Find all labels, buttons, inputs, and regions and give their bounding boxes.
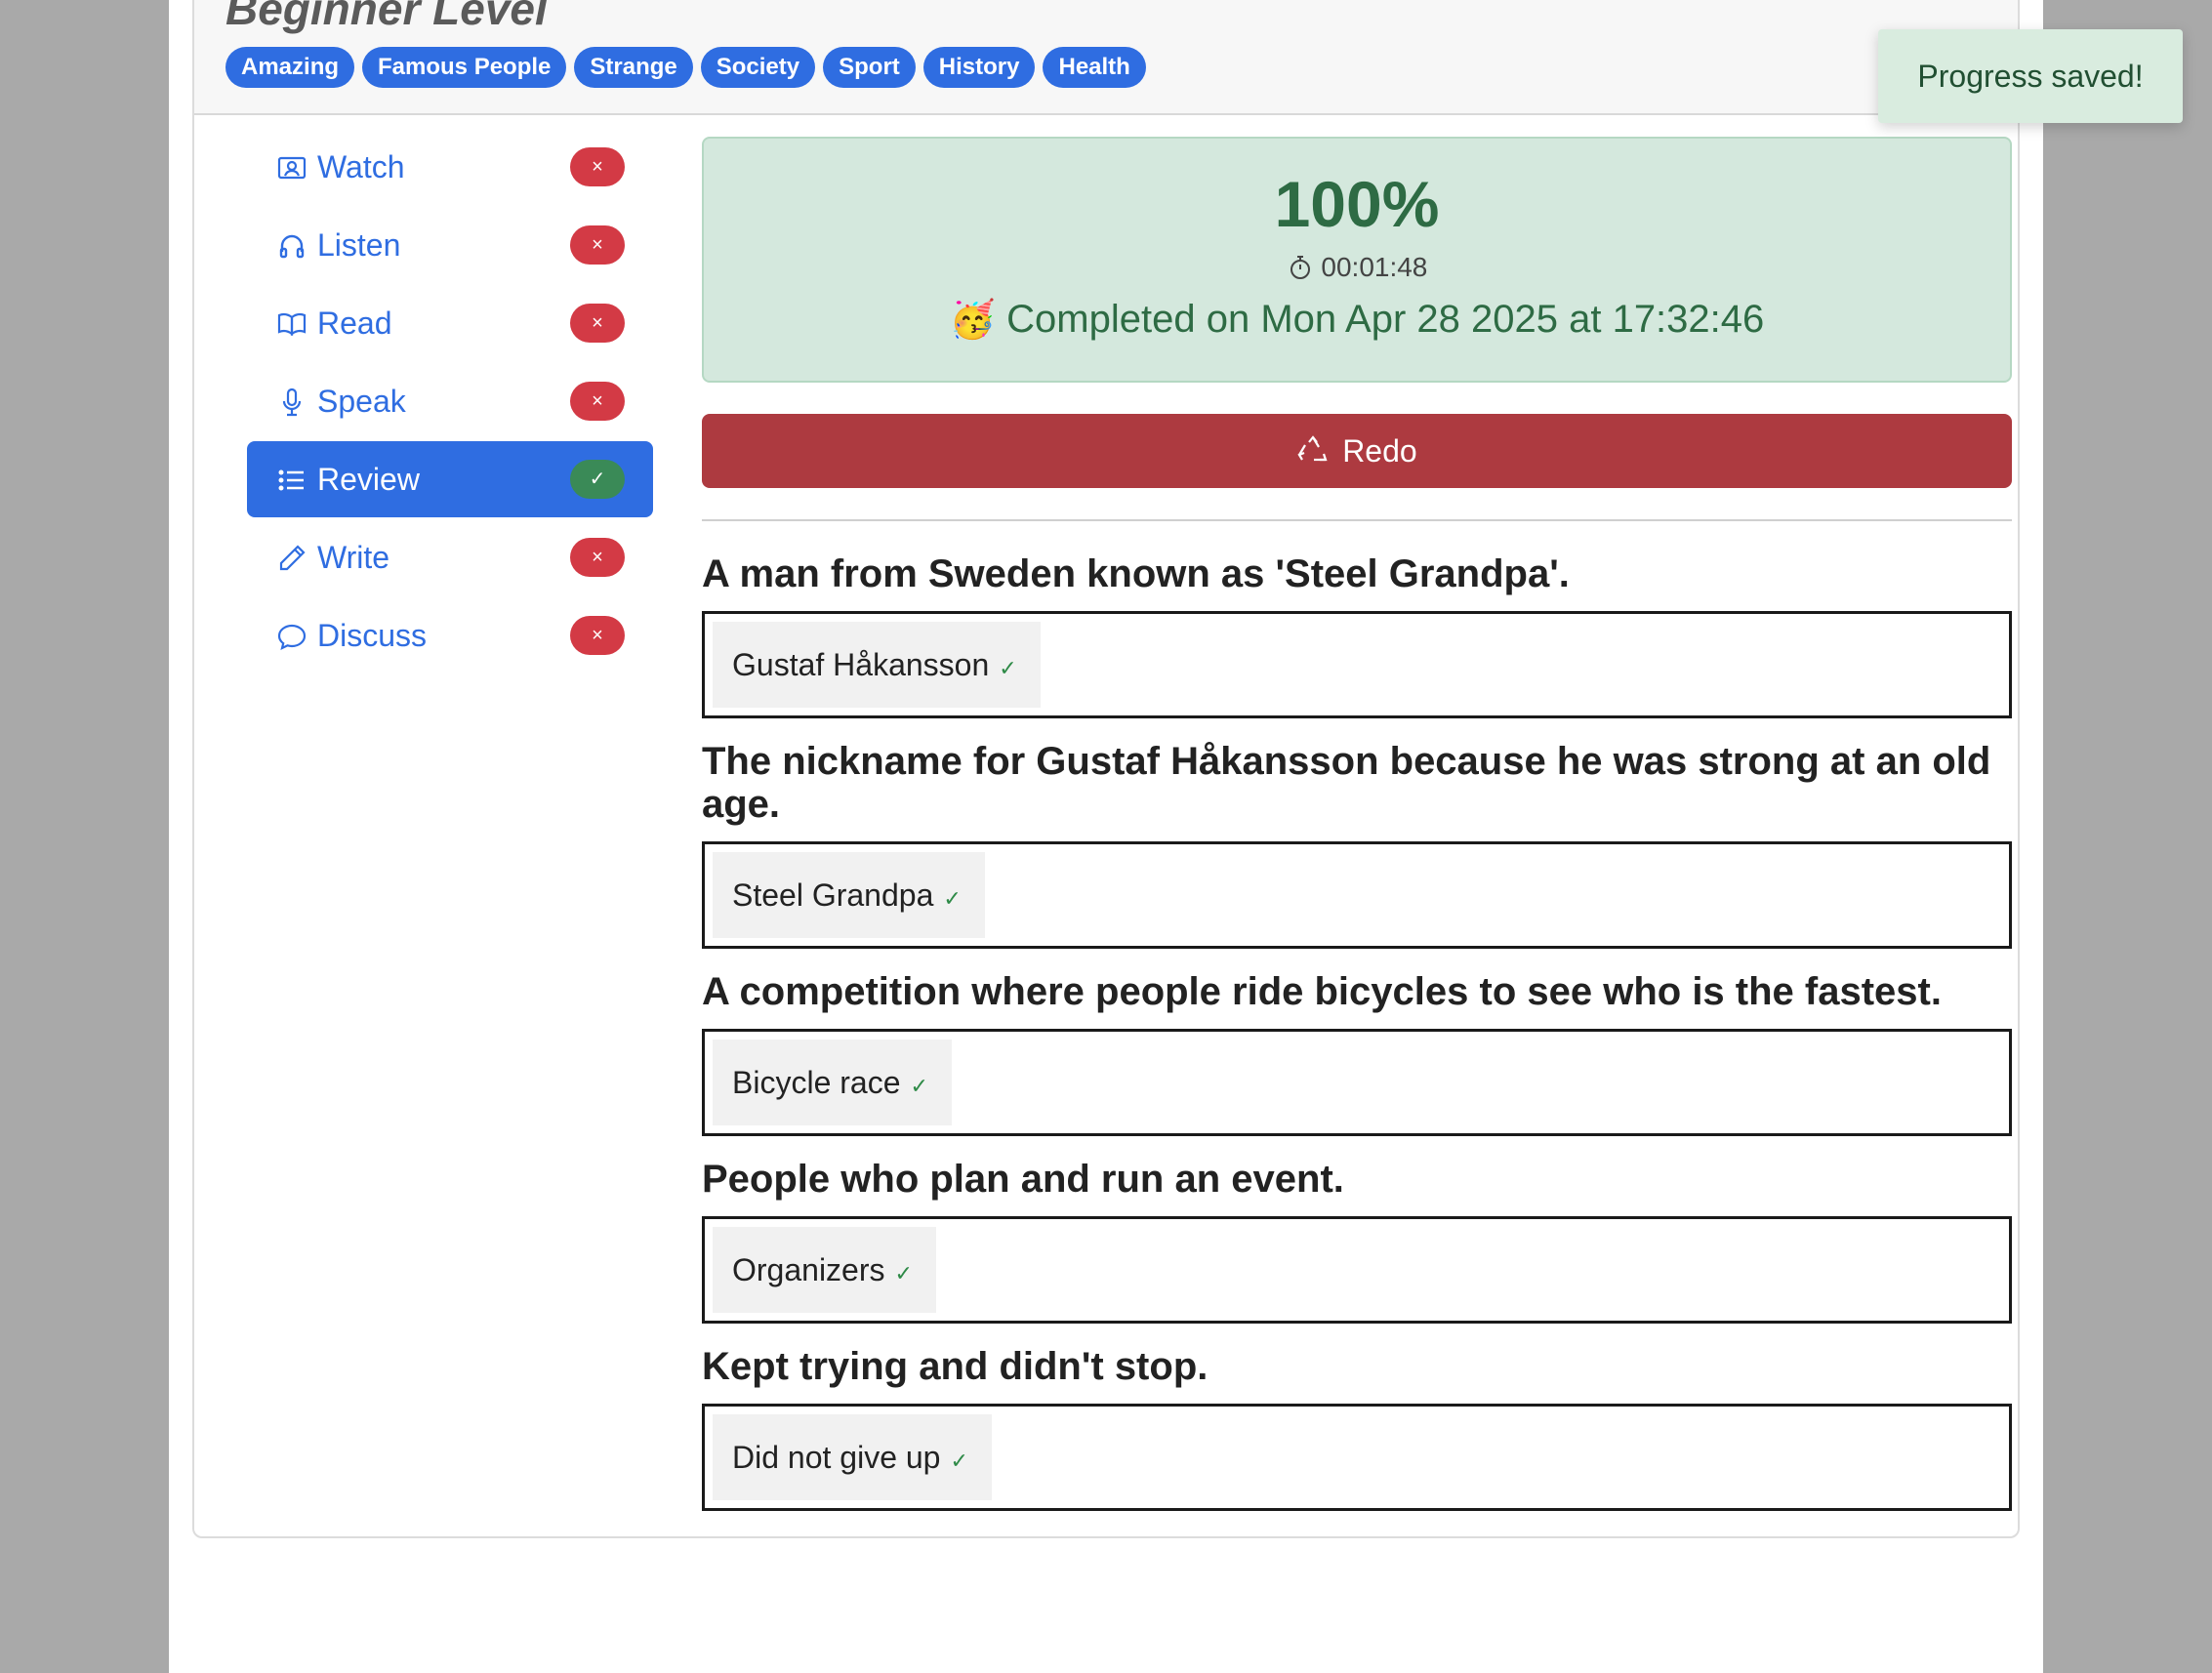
sidebar-item-review[interactable]: Review ✓	[247, 441, 653, 517]
tag-society[interactable]: Society	[700, 47, 816, 88]
review-panel: 100% 00:01:48 🥳 Completed on Mon Apr 28 …	[702, 137, 2012, 1532]
check-icon: ✓	[894, 1261, 913, 1285]
answer-chip[interactable]: Bicycle race ✓	[713, 1040, 952, 1125]
incomplete-badge: ×	[570, 147, 625, 186]
answer-chip[interactable]: Did not give up ✓	[713, 1414, 992, 1500]
answer-drop-zone[interactable]: Did not give up ✓	[702, 1404, 2012, 1511]
sidebar-item-label: Speak	[317, 384, 406, 419]
sidebar-item-label: Read	[317, 306, 392, 341]
chat-bubble-icon	[276, 621, 307, 652]
card-header: Beginner Level Amazing Famous People Str…	[194, 0, 2018, 115]
sidebar-item-read[interactable]: Read ×	[247, 285, 653, 361]
list-icon	[276, 465, 307, 496]
lesson-card: Beginner Level Amazing Famous People Str…	[192, 0, 2020, 1538]
tag-health[interactable]: Health	[1043, 47, 1146, 88]
tag-list: Amazing Famous People Strange Society Sp…	[225, 47, 1146, 88]
answer-chip[interactable]: Organizers ✓	[713, 1227, 936, 1313]
tag-strange[interactable]: Strange	[574, 47, 693, 88]
completed-message: 🥳 Completed on Mon Apr 28 2025 at 17:32:…	[704, 297, 2010, 342]
answer-text: Bicycle race	[732, 1065, 901, 1100]
sidebar-item-label: Watch	[317, 149, 405, 184]
answer-drop-zone[interactable]: Bicycle race ✓	[702, 1029, 2012, 1136]
check-icon: ✓	[950, 1449, 968, 1473]
check-icon: ✓	[999, 656, 1017, 680]
sidebar-item-listen[interactable]: Listen ×	[247, 207, 653, 283]
stopwatch-icon	[1287, 254, 1314, 281]
question-list: A man from Sweden known as 'Steel Grandp…	[702, 552, 2012, 1511]
sidebar-item-discuss[interactable]: Discuss ×	[247, 597, 653, 673]
elapsed-time: 00:01:48	[704, 252, 2010, 283]
answer-text: Gustaf Håkansson	[732, 647, 990, 682]
sidebar-item-label: Write	[317, 540, 390, 575]
tag-amazing[interactable]: Amazing	[225, 47, 355, 88]
recycle-icon	[1296, 420, 1330, 462]
answer-text: Did not give up	[732, 1440, 941, 1475]
sidebar-item-speak[interactable]: Speak ×	[247, 363, 653, 439]
completed-text: Completed on Mon Apr 28 2025 at 17:32:46	[1006, 298, 1765, 341]
person-video-icon	[276, 152, 307, 184]
incomplete-badge: ×	[570, 225, 625, 265]
question-text: Kept trying and didn't stop.	[702, 1345, 1208, 1388]
tag-sport[interactable]: Sport	[823, 47, 916, 88]
answer-chip[interactable]: Steel Grandpa ✓	[713, 852, 985, 938]
incomplete-badge: ×	[570, 304, 625, 343]
incomplete-badge: ×	[570, 616, 625, 655]
pencil-icon	[276, 543, 307, 574]
check-icon: ✓	[943, 886, 962, 911]
sidebar-item-label: Review	[317, 462, 420, 497]
level-title: Beginner Level	[225, 0, 548, 34]
sidebar-item-label: Discuss	[317, 618, 428, 653]
headphones-icon	[276, 230, 307, 262]
book-icon	[276, 308, 307, 340]
check-icon: ✓	[910, 1074, 928, 1098]
score-percent: 100%	[1274, 168, 1440, 240]
divider	[702, 519, 2012, 521]
tag-famous-people[interactable]: Famous People	[362, 47, 567, 88]
answer-chip[interactable]: Gustaf Håkansson ✓	[713, 622, 1041, 708]
activity-sidebar: Watch × Listen × Read × Speak × Review ✓…	[247, 129, 653, 675]
question-text: People who plan and run an event.	[702, 1158, 1344, 1201]
question-text: A competition where people ride bicycles…	[702, 970, 1942, 1013]
answer-drop-zone[interactable]: Gustaf Håkansson ✓	[702, 611, 2012, 718]
page: Beginner Level Amazing Famous People Str…	[169, 0, 2043, 1673]
incomplete-badge: ×	[570, 382, 625, 421]
sidebar-item-write[interactable]: Write ×	[247, 519, 653, 595]
progress-saved-toast: Progress saved!	[1878, 29, 2183, 123]
party-face-emoji: 🥳	[949, 298, 997, 341]
answer-text: Organizers	[732, 1252, 885, 1287]
answer-drop-zone[interactable]: Steel Grandpa ✓	[702, 841, 2012, 949]
question-text: A man from Sweden known as 'Steel Grandp…	[702, 552, 1570, 595]
microphone-icon	[276, 387, 307, 418]
result-summary: 100% 00:01:48 🥳 Completed on Mon Apr 28 …	[702, 137, 2012, 383]
incomplete-badge: ×	[570, 538, 625, 577]
answer-drop-zone[interactable]: Organizers ✓	[702, 1216, 2012, 1324]
answer-text: Steel Grandpa	[732, 877, 934, 913]
question-text: The nickname for Gustaf Håkansson becaus…	[702, 740, 1991, 826]
sidebar-item-watch[interactable]: Watch ×	[247, 129, 653, 205]
redo-label: Redo	[1342, 433, 1417, 469]
complete-badge: ✓	[570, 460, 625, 499]
sidebar-item-label: Listen	[317, 227, 401, 263]
elapsed-time-value: 00:01:48	[1321, 252, 1428, 282]
tag-history[interactable]: History	[922, 47, 1036, 88]
redo-button[interactable]: Redo	[702, 414, 2012, 488]
